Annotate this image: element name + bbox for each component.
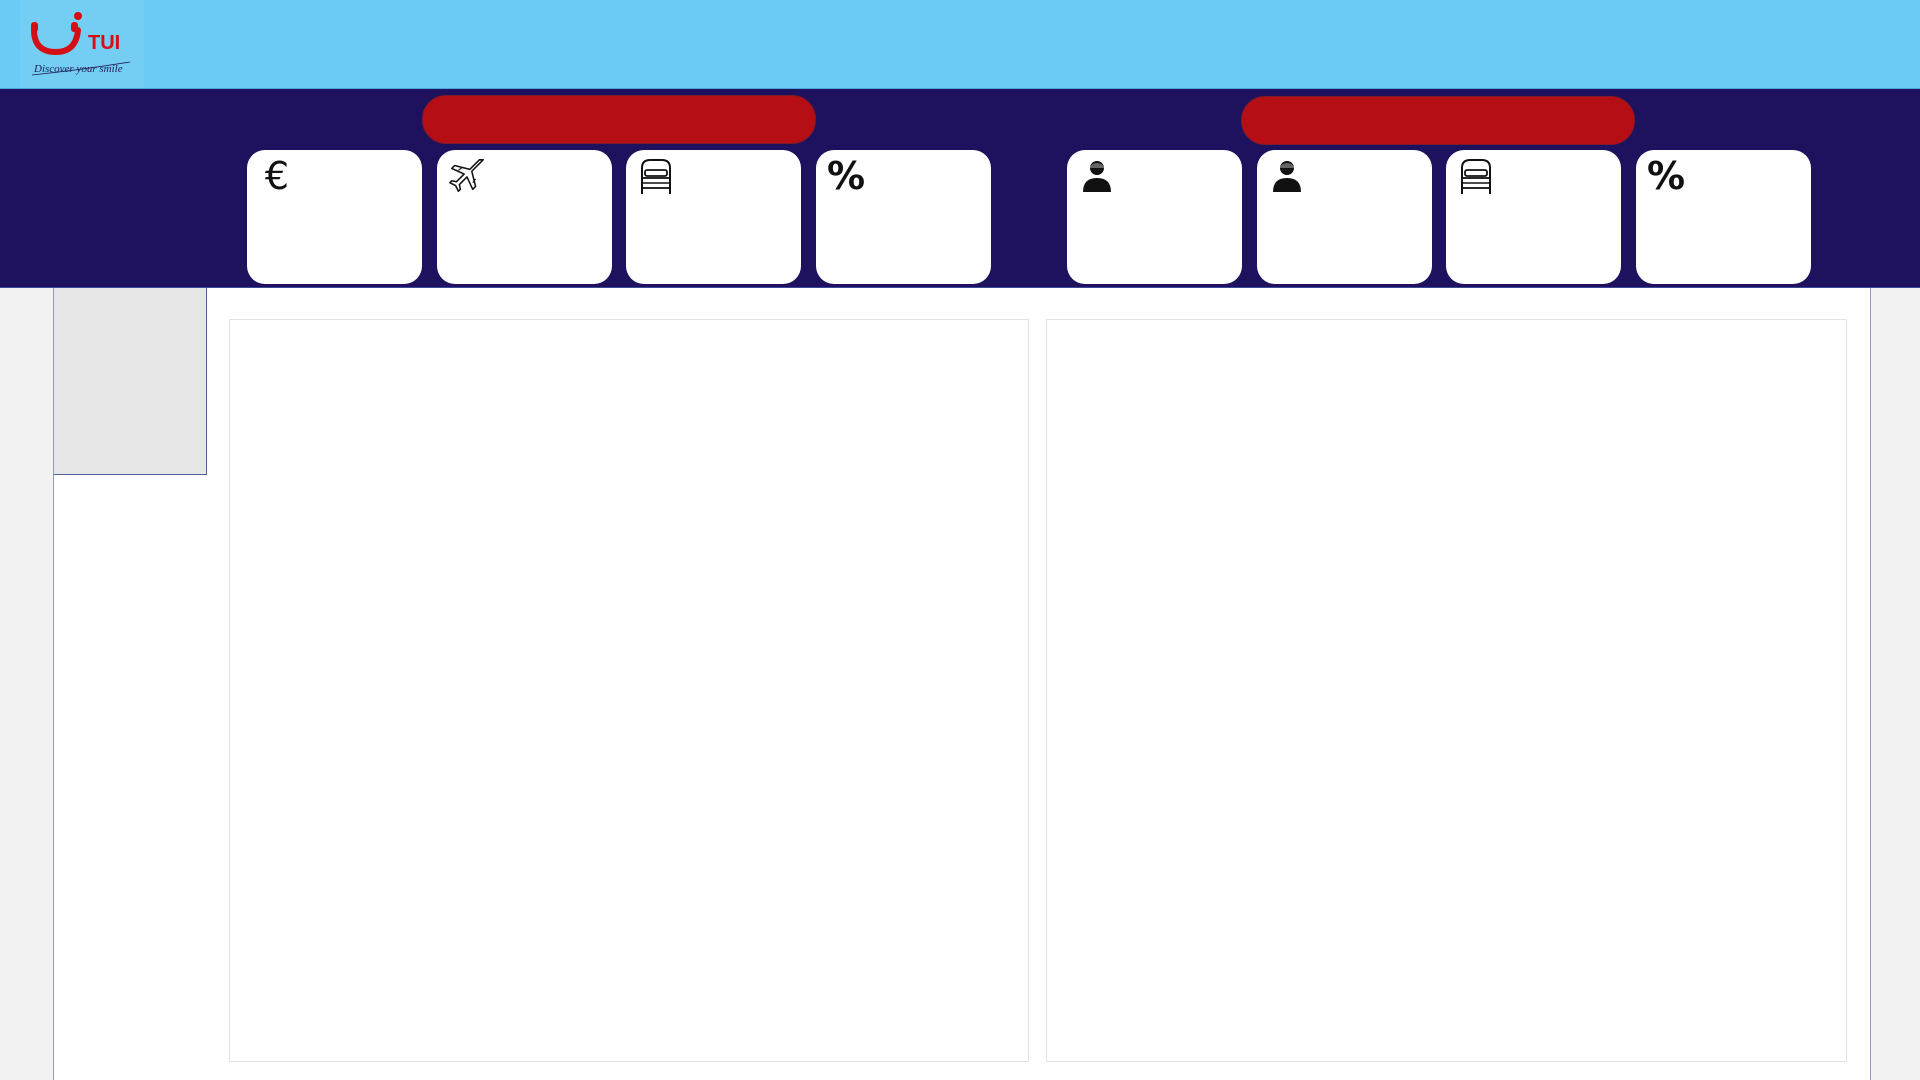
tui-logo-graphic: TUI Discover your smile — [31, 12, 131, 76]
percent-icon: % — [1646, 154, 1686, 198]
kpi-card-percentage[interactable]: % — [816, 150, 991, 284]
kpi-card-flights[interactable] — [437, 150, 612, 284]
airplane-icon — [447, 156, 487, 196]
report-panel-right[interactable] — [1046, 319, 1847, 1062]
kpi-card-hotel-nights-2[interactable] — [1446, 150, 1621, 284]
kpi-card-hotel-nights[interactable] — [626, 150, 801, 284]
user-icon — [1077, 156, 1117, 196]
user-icon — [1267, 156, 1307, 196]
bed-icon — [1456, 156, 1496, 196]
report-panel-left[interactable] — [229, 319, 1029, 1062]
tui-logo[interactable]: TUI Discover your smile — [20, 0, 144, 88]
tui-logo-text: TUI — [88, 32, 120, 54]
euro-icon: € — [264, 154, 290, 198]
kpi-card-revenue[interactable]: € — [247, 150, 422, 284]
group-pill-right[interactable] — [1241, 96, 1635, 145]
bed-icon — [636, 156, 676, 196]
kpi-card-percentage-2[interactable]: % — [1636, 150, 1811, 284]
top-bar: TUI Discover your smile — [0, 0, 1920, 89]
kpi-card-staff-1[interactable] — [1067, 150, 1242, 284]
group-pill-left[interactable] — [422, 95, 816, 144]
side-navigation-tab[interactable] — [53, 288, 207, 475]
kpi-card-staff-2[interactable] — [1257, 150, 1432, 284]
percent-icon: % — [826, 154, 866, 198]
